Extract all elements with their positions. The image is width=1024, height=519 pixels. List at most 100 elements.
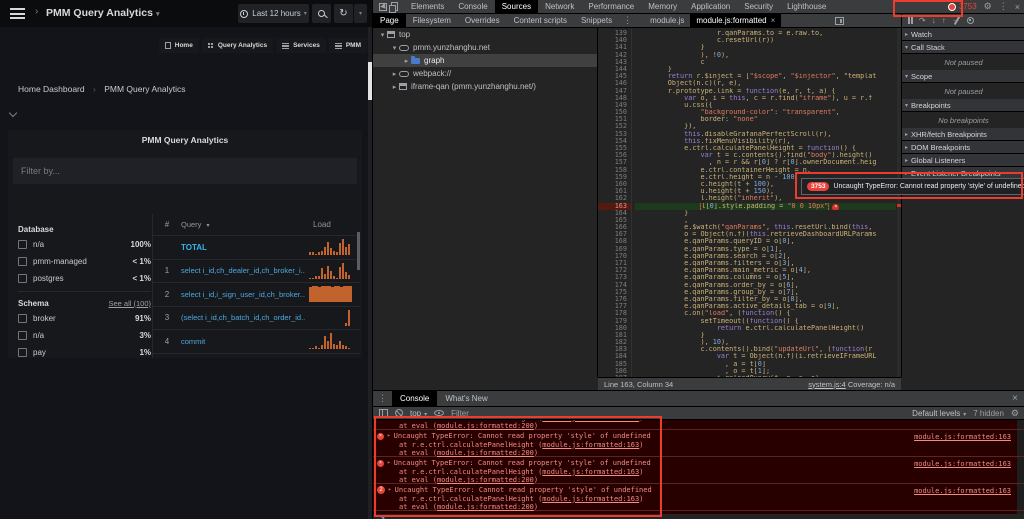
inspect-element-icon[interactable] bbox=[379, 2, 387, 11]
stack-link[interactable]: module.js:formatted:163 bbox=[542, 441, 639, 449]
chevron-down-icon[interactable]: ▾ bbox=[390, 44, 399, 52]
filter-item[interactable]: n/a 3% bbox=[18, 327, 151, 344]
query-link[interactable]: commit bbox=[181, 337, 305, 346]
sidebar-section-breakpoints[interactable]: ▾ Breakpoints bbox=[902, 99, 1024, 112]
filter-item[interactable]: broker 91% bbox=[18, 310, 151, 327]
stack-link[interactable]: module.js:formatted:200 bbox=[437, 476, 534, 484]
source-link[interactable]: module.js:formatted:163 bbox=[914, 487, 1011, 496]
pause-on-exceptions-icon[interactable] bbox=[966, 17, 974, 24]
tree-item-top[interactable]: ▾ top bbox=[373, 28, 597, 41]
sourcemap-link[interactable]: system.js:4 bbox=[808, 380, 846, 389]
panel-scrollbar[interactable] bbox=[357, 232, 360, 270]
stack-link[interactable]: module.js:formatted:163 bbox=[542, 420, 639, 422]
checkbox[interactable] bbox=[18, 274, 27, 283]
nav-tab-services[interactable]: Services bbox=[276, 38, 326, 53]
query-link[interactable]: TOTAL bbox=[181, 243, 305, 252]
devtools-tab-memory[interactable]: Memory bbox=[641, 0, 684, 13]
error-count-badge[interactable]: 3753 bbox=[947, 2, 977, 11]
tree-item-webpack[interactable]: ▸ webpack:// bbox=[373, 67, 597, 80]
stack-link[interactable]: module.js:formatted:200 bbox=[437, 449, 534, 457]
source-link[interactable]: module.js:formatted:163 bbox=[914, 433, 1011, 442]
chevron-down-icon[interactable]: ▾ bbox=[378, 31, 387, 39]
expand-icon[interactable]: ▸ bbox=[387, 459, 391, 468]
expand-icon[interactable]: ▸ bbox=[388, 486, 392, 495]
checkbox[interactable] bbox=[18, 348, 27, 357]
filter-item[interactable]: postgres < 1% bbox=[18, 270, 151, 287]
console-filter-input[interactable]: Filter bbox=[451, 409, 905, 418]
tree-item-pmm-yunzhanghu-net[interactable]: ▾ pmm.yunzhanghu.net bbox=[373, 41, 597, 54]
stack-link[interactable]: module.js:formatted:163 bbox=[542, 495, 639, 503]
col-query[interactable]: Query ▾ bbox=[181, 220, 305, 229]
step-over-icon[interactable]: ↷ bbox=[919, 16, 926, 25]
device-toolbar-icon[interactable] bbox=[389, 2, 398, 13]
devtools-tab-application[interactable]: Application bbox=[684, 0, 737, 13]
sources-tab-overrides[interactable]: Overrides bbox=[458, 14, 507, 27]
checkbox[interactable] bbox=[18, 257, 27, 266]
filter-item[interactable]: pay 1% bbox=[18, 344, 151, 358]
chevron-right-icon[interactable]: ▸ bbox=[390, 70, 399, 78]
sidebar-section-watch[interactable]: ▸ Watch bbox=[902, 28, 1024, 41]
refresh-button[interactable]: ↻ bbox=[334, 4, 353, 23]
checkbox[interactable] bbox=[18, 240, 27, 249]
filter-item[interactable]: pmm-managed < 1% bbox=[18, 253, 151, 270]
sources-tab-filesystem[interactable]: Filesystem bbox=[406, 14, 458, 27]
clear-console-icon[interactable] bbox=[395, 409, 403, 417]
live-expression-icon[interactable] bbox=[434, 410, 445, 416]
editor-tab-module-js-formatted[interactable]: module.js:formatted × bbox=[690, 14, 782, 27]
sidebar-section-xhr-fetch-breakpoints[interactable]: ▸ XHR/fetch Breakpoints bbox=[902, 128, 1024, 141]
panel-toggle-icon[interactable] bbox=[834, 16, 844, 25]
sources-tab-page[interactable]: Page bbox=[373, 14, 406, 27]
tab-console[interactable]: Console bbox=[392, 391, 438, 406]
chevron-right-icon[interactable]: ▸ bbox=[402, 57, 411, 65]
step-out-icon[interactable]: ↑ bbox=[942, 16, 946, 25]
checkbox[interactable] bbox=[18, 331, 27, 340]
see-all-link[interactable]: See all (100) bbox=[108, 299, 151, 308]
query-link[interactable]: select i_id,i_sign_user_id,ch_broker... bbox=[181, 290, 305, 299]
filter-item[interactable]: n/a 100% bbox=[18, 236, 151, 253]
time-range-picker[interactable]: Last 12 hours ▾ bbox=[238, 4, 309, 23]
query-link[interactable]: (select i_id,ch_batch_id,ch_order_id... bbox=[181, 313, 305, 322]
sidebar-section-call-stack[interactable]: ▾ Call Stack bbox=[902, 41, 1024, 54]
nav-tab-pmm[interactable]: PMM bbox=[328, 38, 367, 53]
stack-link[interactable]: module.js:formatted:200 bbox=[437, 422, 534, 430]
expand-icon[interactable]: ▸ bbox=[387, 432, 391, 441]
deactivate-breakpoints-icon[interactable] bbox=[952, 15, 961, 25]
devtools-tab-lighthouse[interactable]: Lighthouse bbox=[780, 0, 833, 13]
stack-link[interactable]: module.js:formatted:163 bbox=[542, 468, 639, 476]
code-editor[interactable]: 139 140 141 142 143 144 145 146 147 148 149 150 151 1… bbox=[598, 28, 901, 377]
checkbox[interactable] bbox=[18, 314, 27, 323]
filter-input[interactable]: Filter by... bbox=[13, 158, 357, 184]
sidebar-section-scope[interactable]: ▾ Scope bbox=[902, 70, 1024, 83]
col-num[interactable]: # bbox=[153, 220, 181, 229]
devtools-tab-security[interactable]: Security bbox=[737, 0, 780, 13]
col-load[interactable]: Load bbox=[313, 220, 331, 229]
close-drawer-icon[interactable]: × bbox=[1012, 393, 1024, 404]
settings-gear-icon[interactable]: ⚙ bbox=[984, 1, 992, 12]
devtools-tab-network[interactable]: Network bbox=[538, 0, 581, 13]
menu-icon[interactable] bbox=[10, 8, 25, 19]
console-prompt[interactable]: > bbox=[373, 514, 1024, 519]
dashboard-title[interactable]: PMM Query Analytics ▾ bbox=[46, 7, 160, 19]
devtools-tab-sources[interactable]: Sources bbox=[494, 0, 539, 13]
more-options-icon[interactable]: ⋮ bbox=[373, 393, 392, 404]
more-tabs-icon[interactable]: ⋮ bbox=[619, 15, 636, 26]
devtools-tab-elements[interactable]: Elements bbox=[404, 0, 451, 13]
sidebar-section-global-listeners[interactable]: ▸ Global Listeners bbox=[902, 154, 1024, 167]
tab-whats-new[interactable]: What's New bbox=[437, 391, 495, 406]
source-link[interactable]: module.js:formatted:163 bbox=[914, 460, 1011, 469]
context-selector[interactable]: top ▾ bbox=[410, 409, 427, 418]
sources-tab-content-scripts[interactable]: Content scripts bbox=[507, 14, 574, 27]
tree-item-graph[interactable]: ▸ graph bbox=[373, 54, 597, 67]
close-devtools-icon[interactable]: × bbox=[1015, 2, 1020, 12]
refresh-interval-dropdown[interactable]: ▾ bbox=[354, 4, 367, 23]
devtools-tab-console[interactable]: Console bbox=[451, 0, 494, 13]
tree-item-iframe-qan-pmm-yunzhanghu-net[interactable]: ▸ iframe-qan (pmm.yunzhanghu.net/) bbox=[373, 80, 597, 93]
step-into-icon[interactable]: ↓ bbox=[932, 16, 936, 25]
nav-tab-query-analytics[interactable]: Query Analytics bbox=[201, 38, 274, 53]
panel-title[interactable]: PMM Query Analytics bbox=[8, 135, 362, 145]
zoom-out-button[interactable] bbox=[312, 4, 331, 23]
console-settings-icon[interactable]: ⚙ bbox=[1011, 408, 1019, 419]
pause-icon[interactable] bbox=[907, 17, 913, 24]
collapse-row-icon[interactable] bbox=[8, 108, 18, 118]
breadcrumb-home[interactable]: Home Dashboard bbox=[18, 84, 85, 94]
